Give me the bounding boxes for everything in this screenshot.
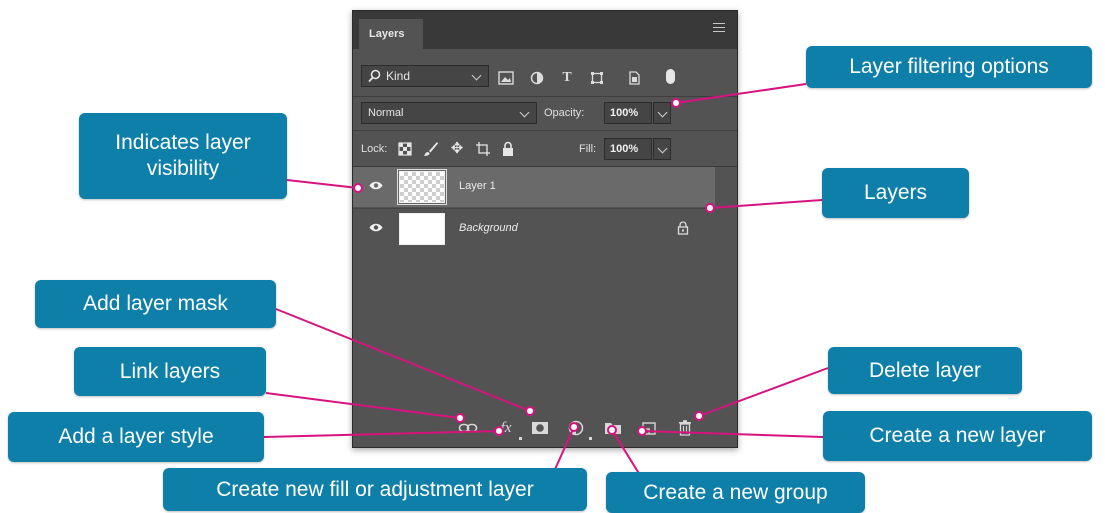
callout-layer-filtering-options: Layer filtering options bbox=[806, 46, 1092, 88]
callout-create-new-group: Create a new group bbox=[606, 472, 865, 513]
callout-add-layer-mask: Add layer mask bbox=[35, 280, 276, 328]
callout-text: Create a new layer bbox=[869, 424, 1046, 447]
callout-create-new-layer: Create a new layer bbox=[823, 411, 1092, 461]
callout-text: Link layers bbox=[119, 359, 221, 383]
callout-text: visibility bbox=[146, 157, 220, 180]
callout-text: Add a layer style bbox=[58, 425, 214, 448]
callout-text: Create a new group bbox=[643, 480, 828, 504]
callout-delete-layer: Delete layer bbox=[828, 347, 1022, 394]
callout-text: Layer filtering options bbox=[849, 55, 1049, 78]
callout-text: Add layer mask bbox=[83, 292, 228, 315]
callout-text: Create new fill or adjustment layer bbox=[216, 477, 534, 501]
callout-text: Indicates layer bbox=[115, 131, 251, 154]
callout-create-fill-adjustment-layer: Create new fill or adjustment layer bbox=[163, 468, 587, 511]
callout-layer-visibility: Indicates layer visibility bbox=[79, 113, 287, 199]
callout-add-layer-style: Add a layer style bbox=[8, 412, 264, 462]
callout-text: Delete layer bbox=[868, 358, 982, 382]
callout-link-layers: Link layers bbox=[74, 347, 266, 396]
callout-layers: Layers bbox=[822, 168, 969, 218]
callout-text: Layers bbox=[863, 181, 928, 204]
